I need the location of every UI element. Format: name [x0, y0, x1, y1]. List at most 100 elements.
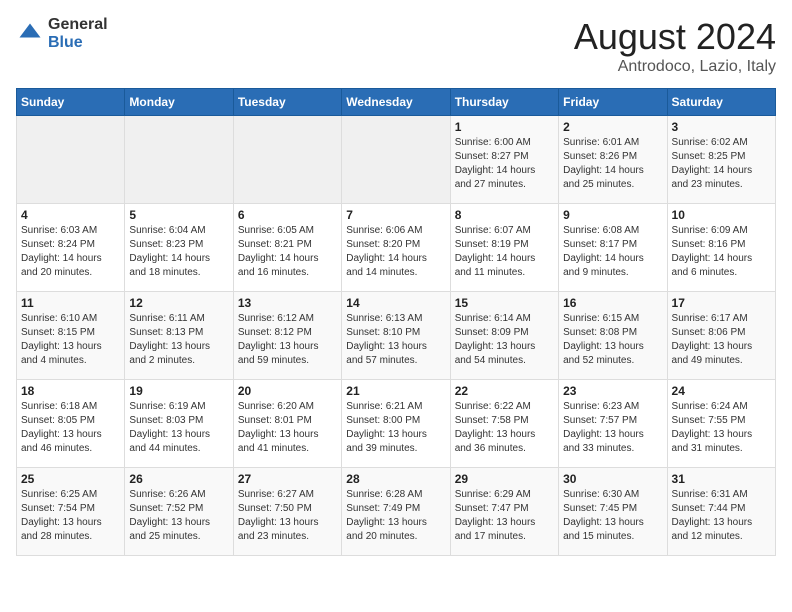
calendar-cell: 3 Sunrise: 6:02 AMSunset: 8:25 PMDaylight…: [667, 116, 775, 204]
day-number: 17: [672, 296, 771, 310]
day-number: 31: [672, 472, 771, 486]
title-block: August 2024 Antrodoco, Lazio, Italy: [574, 16, 776, 76]
cell-content: Sunrise: 6:13 AMSunset: 8:10 PMDaylight:…: [346, 312, 445, 368]
cell-content: Sunrise: 6:05 AMSunset: 8:21 PMDaylight:…: [238, 224, 337, 280]
cell-content: Sunrise: 6:06 AMSunset: 8:20 PMDaylight:…: [346, 224, 445, 280]
day-number: 21: [346, 384, 445, 398]
logo-general: General: [48, 16, 108, 34]
day-number: 13: [238, 296, 337, 310]
cell-content: Sunrise: 6:04 AMSunset: 8:23 PMDaylight:…: [129, 224, 228, 280]
cell-content: Sunrise: 6:12 AMSunset: 8:12 PMDaylight:…: [238, 312, 337, 368]
day-header-friday: Friday: [559, 89, 667, 116]
calendar-cell: [233, 116, 341, 204]
day-number: 12: [129, 296, 228, 310]
location: Antrodoco, Lazio, Italy: [574, 58, 776, 76]
cell-content: Sunrise: 6:18 AMSunset: 8:05 PMDaylight:…: [21, 400, 120, 456]
calendar-cell: 2 Sunrise: 6:01 AMSunset: 8:26 PMDaylight…: [559, 116, 667, 204]
cell-content: Sunrise: 6:17 AMSunset: 8:06 PMDaylight:…: [672, 312, 771, 368]
calendar-cell: 10 Sunrise: 6:09 AMSunset: 8:16 PMDayligh…: [667, 204, 775, 292]
day-header-wednesday: Wednesday: [342, 89, 450, 116]
cell-content: Sunrise: 6:29 AMSunset: 7:47 PMDaylight:…: [455, 488, 554, 544]
cell-content: Sunrise: 6:00 AMSunset: 8:27 PMDaylight:…: [455, 136, 554, 192]
calendar-week-2: 4 Sunrise: 6:03 AMSunset: 8:24 PMDaylight…: [17, 204, 776, 292]
cell-content: Sunrise: 6:15 AMSunset: 8:08 PMDaylight:…: [563, 312, 662, 368]
cell-content: Sunrise: 6:20 AMSunset: 8:01 PMDaylight:…: [238, 400, 337, 456]
calendar-cell: 8 Sunrise: 6:07 AMSunset: 8:19 PMDaylight…: [450, 204, 558, 292]
cell-content: Sunrise: 6:30 AMSunset: 7:45 PMDaylight:…: [563, 488, 662, 544]
calendar-cell: 24Sunrise: 6:24 AMSunset: 7:55 PMDayligh…: [667, 380, 775, 468]
cell-content: Sunrise: 6:19 AMSunset: 8:03 PMDaylight:…: [129, 400, 228, 456]
cell-content: Sunrise: 6:02 AMSunset: 8:25 PMDaylight:…: [672, 136, 771, 192]
calendar-cell: 12Sunrise: 6:11 AMSunset: 8:13 PMDayligh…: [125, 292, 233, 380]
cell-content: Sunrise: 6:21 AMSunset: 8:00 PMDaylight:…: [346, 400, 445, 456]
day-number: 28: [346, 472, 445, 486]
day-number: 1: [455, 120, 554, 134]
cell-content: Sunrise: 6:03 AMSunset: 8:24 PMDaylight:…: [21, 224, 120, 280]
calendar-cell: 22 Sunrise: 6:22 AMSunset: 7:58 PMDayligh…: [450, 380, 558, 468]
calendar-cell: 5 Sunrise: 6:04 AMSunset: 8:23 PMDaylight…: [125, 204, 233, 292]
day-number: 3: [672, 120, 771, 134]
calendar-cell: 4 Sunrise: 6:03 AMSunset: 8:24 PMDaylight…: [17, 204, 125, 292]
day-number: 26: [129, 472, 228, 486]
day-number: 4: [21, 208, 120, 222]
calendar-cell: 18Sunrise: 6:18 AMSunset: 8:05 PMDayligh…: [17, 380, 125, 468]
logo-blue: Blue: [48, 34, 108, 52]
day-number: 2: [563, 120, 662, 134]
cell-content: Sunrise: 6:31 AMSunset: 7:44 PMDaylight:…: [672, 488, 771, 544]
cell-content: Sunrise: 6:09 AMSunset: 8:16 PMDaylight:…: [672, 224, 771, 280]
calendar-week-4: 18Sunrise: 6:18 AMSunset: 8:05 PMDayligh…: [17, 380, 776, 468]
day-number: 22: [455, 384, 554, 398]
calendar-cell: 30 Sunrise: 6:30 AMSunset: 7:45 PMDayligh…: [559, 468, 667, 556]
calendar-cell: 28 Sunrise: 6:28 AMSunset: 7:49 PMDayligh…: [342, 468, 450, 556]
day-number: 8: [455, 208, 554, 222]
calendar-cell: 16 Sunrise: 6:15 AMSunset: 8:08 PMDayligh…: [559, 292, 667, 380]
calendar-cell: 7Sunrise: 6:06 AMSunset: 8:20 PMDaylight…: [342, 204, 450, 292]
day-number: 19: [129, 384, 228, 398]
day-number: 11: [21, 296, 120, 310]
day-number: 14: [346, 296, 445, 310]
day-number: 30: [563, 472, 662, 486]
calendar-cell: 27 Sunrise: 6:27 AMSunset: 7:50 PMDayligh…: [233, 468, 341, 556]
cell-content: Sunrise: 6:08 AMSunset: 8:17 PMDaylight:…: [563, 224, 662, 280]
day-header-tuesday: Tuesday: [233, 89, 341, 116]
cell-content: Sunrise: 6:14 AMSunset: 8:09 PMDaylight:…: [455, 312, 554, 368]
day-number: 5: [129, 208, 228, 222]
day-header-monday: Monday: [125, 89, 233, 116]
page-header: General Blue August 2024 Antrodoco, Lazi…: [16, 16, 776, 76]
calendar-cell: 20Sunrise: 6:20 AMSunset: 8:01 PMDayligh…: [233, 380, 341, 468]
calendar-week-3: 11Sunrise: 6:10 AMSunset: 8:15 PMDayligh…: [17, 292, 776, 380]
cell-content: Sunrise: 6:28 AMSunset: 7:49 PMDaylight:…: [346, 488, 445, 544]
calendar-cell: 14 Sunrise: 6:13 AMSunset: 8:10 PMDayligh…: [342, 292, 450, 380]
day-number: 6: [238, 208, 337, 222]
days-header-row: SundayMondayTuesdayWednesdayThursdayFrid…: [17, 89, 776, 116]
calendar-cell: 11Sunrise: 6:10 AMSunset: 8:15 PMDayligh…: [17, 292, 125, 380]
day-number: 16: [563, 296, 662, 310]
calendar-cell: 9Sunrise: 6:08 AMSunset: 8:17 PMDaylight…: [559, 204, 667, 292]
cell-content: Sunrise: 6:22 AMSunset: 7:58 PMDaylight:…: [455, 400, 554, 456]
day-number: 27: [238, 472, 337, 486]
calendar-cell: [125, 116, 233, 204]
calendar-table: SundayMondayTuesdayWednesdayThursdayFrid…: [16, 88, 776, 556]
calendar-cell: 13 Sunrise: 6:12 AMSunset: 8:12 PMDayligh…: [233, 292, 341, 380]
cell-content: Sunrise: 6:27 AMSunset: 7:50 PMDaylight:…: [238, 488, 337, 544]
cell-content: Sunrise: 6:07 AMSunset: 8:19 PMDaylight:…: [455, 224, 554, 280]
calendar-cell: 23 Sunrise: 6:23 AMSunset: 7:57 PMDayligh…: [559, 380, 667, 468]
calendar-cell: 6 Sunrise: 6:05 AMSunset: 8:21 PMDaylight…: [233, 204, 341, 292]
calendar-cell: 17 Sunrise: 6:17 AMSunset: 8:06 PMDayligh…: [667, 292, 775, 380]
cell-content: Sunrise: 6:01 AMSunset: 8:26 PMDaylight:…: [563, 136, 662, 192]
cell-content: Sunrise: 6:26 AMSunset: 7:52 PMDaylight:…: [129, 488, 228, 544]
logo: General Blue: [16, 16, 108, 51]
calendar-cell: 25Sunrise: 6:25 AMSunset: 7:54 PMDayligh…: [17, 468, 125, 556]
cell-content: Sunrise: 6:23 AMSunset: 7:57 PMDaylight:…: [563, 400, 662, 456]
day-number: 15: [455, 296, 554, 310]
logo-text: General Blue: [48, 16, 108, 51]
calendar-week-1: 1 Sunrise: 6:00 AMSunset: 8:27 PMDaylight…: [17, 116, 776, 204]
day-number: 23: [563, 384, 662, 398]
calendar-cell: 29Sunrise: 6:29 AMSunset: 7:47 PMDayligh…: [450, 468, 558, 556]
day-number: 24: [672, 384, 771, 398]
cell-content: Sunrise: 6:25 AMSunset: 7:54 PMDaylight:…: [21, 488, 120, 544]
day-number: 10: [672, 208, 771, 222]
month-title: August 2024: [574, 16, 776, 58]
calendar-cell: 19 Sunrise: 6:19 AMSunset: 8:03 PMDayligh…: [125, 380, 233, 468]
calendar-cell: [17, 116, 125, 204]
